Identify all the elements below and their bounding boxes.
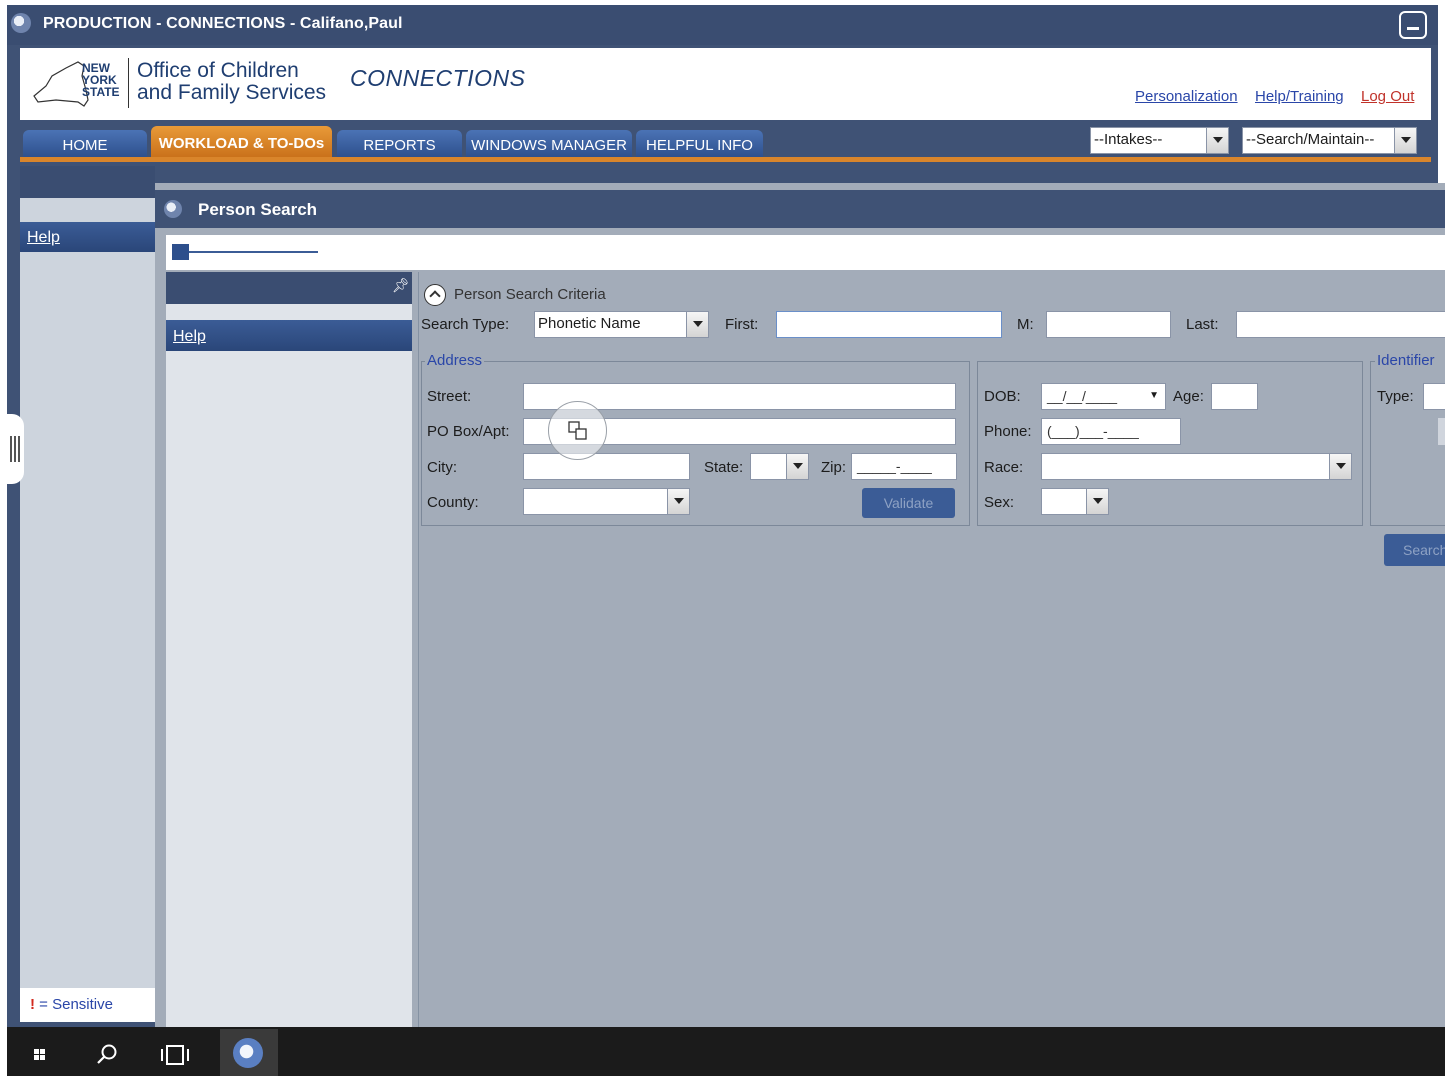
drag-copy-icon bbox=[568, 421, 587, 440]
person-search-toolbar bbox=[166, 235, 1445, 270]
age-label: Age: bbox=[1173, 388, 1204, 405]
outer-sidebar-header bbox=[20, 166, 155, 198]
city-input[interactable] bbox=[523, 453, 690, 480]
touch-cursor-indicator bbox=[548, 401, 607, 460]
search-icon[interactable] bbox=[96, 1043, 118, 1065]
validate-button[interactable]: Validate bbox=[862, 488, 955, 518]
sex-label: Sex: bbox=[984, 494, 1015, 511]
first-name-input[interactable] bbox=[776, 311, 1002, 338]
section-title: Person Search Criteria bbox=[454, 286, 606, 303]
chevron-down-icon bbox=[667, 489, 689, 514]
race-label: Race: bbox=[984, 459, 1024, 476]
phone-label: Phone: bbox=[984, 423, 1032, 440]
tab-windows-manager[interactable]: WINDOWS MANAGER bbox=[466, 130, 632, 158]
sensitive-legend: ! = Sensitive bbox=[20, 988, 155, 1022]
person-search-title: Person Search bbox=[198, 200, 318, 219]
header: NEW YORK STATE Office of Children and Fa… bbox=[20, 48, 1431, 120]
outer-sidebar bbox=[20, 166, 155, 1022]
state-select[interactable] bbox=[750, 453, 809, 480]
sensitive-legend-text: = Sensitive bbox=[35, 996, 113, 1013]
inner-sidebar-header bbox=[166, 272, 412, 304]
search-button[interactable]: Search bbox=[1384, 534, 1445, 566]
tab-reports[interactable]: REPORTS bbox=[337, 130, 462, 158]
personalization-link[interactable]: Personalization bbox=[1135, 88, 1238, 105]
chevron-down-icon bbox=[1329, 454, 1351, 479]
org-name-line2: and Family Services bbox=[137, 81, 327, 104]
search-type-value: Phonetic Name bbox=[538, 315, 641, 332]
state-label: State: bbox=[704, 459, 744, 476]
connections-app-icon[interactable] bbox=[220, 1029, 278, 1076]
identifier-legend: Identifier bbox=[1375, 352, 1445, 369]
zip-input[interactable]: _____-____ bbox=[851, 453, 957, 480]
nys-state-logo-icon: NEW YORK STATE bbox=[33, 61, 120, 107]
search-type-select[interactable]: Phonetic Name bbox=[534, 311, 709, 338]
window-title: PRODUCTION - CONNECTIONS - Califano,Paul bbox=[43, 15, 403, 32]
phone-input[interactable]: (___)___-____ bbox=[1041, 418, 1181, 445]
pin-icon[interactable]: 📌︎ bbox=[392, 277, 410, 294]
log-out-link[interactable]: Log Out bbox=[1361, 88, 1414, 105]
logo-divider bbox=[128, 58, 129, 108]
calendar-dropdown-icon[interactable]: ▼ bbox=[1149, 384, 1159, 408]
tab-home[interactable]: HOME bbox=[23, 130, 147, 158]
chevron-down-icon bbox=[1086, 489, 1108, 514]
window-titlebar: PRODUCTION - CONNECTIONS - Califano,Paul bbox=[7, 5, 1438, 45]
collapse-section-icon[interactable] bbox=[424, 284, 446, 306]
search-type-label: Search Type: bbox=[421, 316, 510, 333]
intakes-select-value: --Intakes-- bbox=[1094, 131, 1163, 148]
intakes-select[interactable]: --Intakes-- bbox=[1090, 127, 1229, 154]
outer-help-label: Help bbox=[27, 229, 60, 246]
identifier-type-label: Type: bbox=[1377, 388, 1414, 405]
zoom-slider-track[interactable] bbox=[174, 251, 318, 253]
chevron-down-icon bbox=[786, 454, 808, 479]
street-label: Street: bbox=[427, 388, 472, 405]
dob-input[interactable]: __/__/____ ▼ bbox=[1041, 383, 1166, 410]
help-training-link[interactable]: Help/Training bbox=[1255, 88, 1344, 105]
search-maintain-select-value: --Search/Maintain-- bbox=[1246, 131, 1375, 148]
dob-mask: __/__/____ bbox=[1047, 388, 1118, 404]
inner-sidebar bbox=[166, 272, 412, 1027]
org-name-line1: Office of Children bbox=[137, 59, 299, 82]
inner-help-label: Help bbox=[173, 328, 206, 345]
chevron-down-icon bbox=[1394, 128, 1416, 153]
tab-helpful-info[interactable]: HELPFUL INFO bbox=[636, 130, 763, 158]
age-input[interactable] bbox=[1211, 383, 1258, 410]
middle-initial-input[interactable] bbox=[1046, 311, 1171, 338]
dob-label: DOB: bbox=[984, 388, 1021, 405]
zip-mask: _____-____ bbox=[857, 458, 932, 474]
task-view-icon[interactable] bbox=[160, 1045, 190, 1065]
outer-help-link[interactable]: Help bbox=[20, 222, 155, 252]
last-name-input[interactable] bbox=[1236, 311, 1445, 338]
po-box-label: PO Box/Apt: bbox=[427, 423, 510, 440]
county-select[interactable] bbox=[523, 488, 690, 515]
sex-select[interactable] bbox=[1041, 488, 1109, 515]
city-label: City: bbox=[427, 459, 457, 476]
address-legend: Address bbox=[425, 352, 485, 369]
race-select[interactable] bbox=[1041, 453, 1352, 480]
first-name-label: First: bbox=[725, 316, 759, 333]
chevron-down-icon bbox=[1206, 128, 1228, 153]
last-name-label: Last: bbox=[1186, 316, 1219, 333]
identifier-type-select[interactable] bbox=[1423, 383, 1445, 410]
chevron-down-icon bbox=[686, 312, 708, 337]
identifier-add-button[interactable] bbox=[1438, 418, 1445, 445]
windows-start-icon[interactable] bbox=[34, 1049, 46, 1060]
tab-workload-todos[interactable]: WORKLOAD & TO-DOs bbox=[151, 126, 332, 158]
middle-initial-label: M: bbox=[1017, 316, 1034, 333]
product-title: CONNECTIONS bbox=[350, 65, 526, 91]
svg-text:STATE: STATE bbox=[82, 85, 120, 99]
panel-collapse-grip[interactable] bbox=[0, 414, 24, 484]
app-logo-icon bbox=[11, 13, 31, 33]
active-tab-underline bbox=[20, 157, 1431, 162]
phone-mask: (___)___-____ bbox=[1047, 423, 1139, 439]
inner-help-link[interactable]: Help bbox=[166, 320, 412, 351]
zoom-slider-thumb[interactable] bbox=[172, 244, 189, 260]
zip-label: Zip: bbox=[821, 459, 847, 476]
county-label: County: bbox=[427, 494, 479, 511]
person-search-titlebar: Person Search bbox=[155, 190, 1445, 228]
app-logo-icon bbox=[164, 200, 182, 218]
search-maintain-select[interactable]: --Search/Maintain-- bbox=[1242, 127, 1417, 154]
minimize-icon[interactable] bbox=[1399, 11, 1427, 39]
